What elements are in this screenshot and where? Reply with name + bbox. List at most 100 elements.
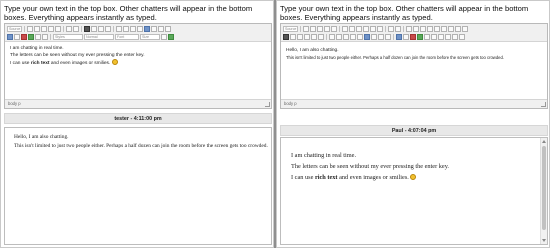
unlink-icon[interactable] xyxy=(14,34,20,40)
align-center-icon[interactable] xyxy=(371,34,377,40)
table-icon[interactable] xyxy=(431,34,437,40)
size-dropdown[interactable]: Size xyxy=(140,34,160,40)
italic-icon[interactable] xyxy=(290,34,296,40)
smiley-icon[interactable] xyxy=(42,34,48,40)
editor-content[interactable]: I am chatting in real time. The letters … xyxy=(5,42,271,99)
superscript-icon[interactable] xyxy=(318,34,324,40)
vertical-scrollbar[interactable] xyxy=(540,138,547,244)
background-color-icon[interactable] xyxy=(168,34,174,40)
underline-icon[interactable] xyxy=(297,34,303,40)
cut-icon[interactable] xyxy=(27,26,34,32)
special-char-icon[interactable] xyxy=(452,34,458,40)
strike-icon[interactable] xyxy=(105,26,112,32)
editor-toolbar: Source xyxy=(281,24,547,42)
scroll-down-icon[interactable] xyxy=(542,239,546,242)
replace-icon[interactable] xyxy=(377,26,384,32)
instructions-text: Type your own text in the top box. Other… xyxy=(280,4,529,22)
outdent-icon[interactable] xyxy=(343,34,349,40)
editor-toolbar: Source xyxy=(5,24,271,42)
paste-icon[interactable] xyxy=(41,26,48,32)
align-left-icon[interactable] xyxy=(144,26,151,32)
bulleted-list-icon[interactable] xyxy=(123,26,130,32)
copy-icon[interactable] xyxy=(34,26,41,32)
horizontal-rule-icon[interactable] xyxy=(438,34,444,40)
checkbox-icon[interactable] xyxy=(413,26,420,32)
spellcheck-icon[interactable] xyxy=(349,26,356,32)
chat-panel-left: Type your own text in the top box. Other… xyxy=(0,0,274,248)
table-icon[interactable] xyxy=(35,34,41,40)
text-color-icon[interactable] xyxy=(161,34,167,40)
resize-handle[interactable] xyxy=(265,102,270,107)
align-center-icon[interactable] xyxy=(151,26,158,32)
select-field-icon[interactable] xyxy=(441,26,448,32)
source-button[interactable]: Source xyxy=(283,26,299,32)
subscript-icon[interactable] xyxy=(311,34,317,40)
cut-icon[interactable] xyxy=(303,26,310,32)
underline-icon[interactable] xyxy=(98,26,105,32)
image-button-icon[interactable] xyxy=(455,26,462,32)
paste-text-icon[interactable] xyxy=(48,26,55,32)
unlink-icon[interactable] xyxy=(403,34,409,40)
justify-icon[interactable] xyxy=(385,34,391,40)
select-all-icon[interactable] xyxy=(388,26,395,32)
image-icon[interactable] xyxy=(417,34,423,40)
undo-icon[interactable] xyxy=(66,26,73,32)
anchor-icon[interactable] xyxy=(21,34,27,40)
flash-icon[interactable] xyxy=(424,34,430,40)
paste-icon[interactable] xyxy=(317,26,324,32)
image-icon[interactable] xyxy=(28,34,34,40)
format-dropdown[interactable]: Normal xyxy=(84,34,114,40)
bold-icon[interactable] xyxy=(84,26,91,32)
rich-text-editor[interactable]: Source xyxy=(280,23,548,109)
paste-word-icon[interactable] xyxy=(331,26,338,32)
indent-icon[interactable] xyxy=(350,34,356,40)
numbered-list-icon[interactable] xyxy=(329,34,335,40)
page-break-icon[interactable] xyxy=(459,34,465,40)
find-icon[interactable] xyxy=(370,26,377,32)
paste-text-icon[interactable] xyxy=(324,26,331,32)
link-icon[interactable] xyxy=(396,34,402,40)
align-right-icon[interactable] xyxy=(378,34,384,40)
textfield-icon[interactable] xyxy=(427,26,434,32)
form-icon[interactable] xyxy=(406,26,413,32)
editor-line: I can use rich text and even images or s… xyxy=(10,59,266,67)
align-left-icon[interactable] xyxy=(364,34,370,40)
source-button[interactable]: Source xyxy=(7,26,23,32)
indent-icon[interactable] xyxy=(137,26,144,32)
resize-handle[interactable] xyxy=(541,102,546,107)
blockquote-icon[interactable] xyxy=(357,34,363,40)
print-icon[interactable] xyxy=(342,26,349,32)
bold-icon[interactable] xyxy=(283,34,289,40)
redo-icon[interactable] xyxy=(363,26,370,32)
bulleted-list-icon[interactable] xyxy=(336,34,342,40)
justify-icon[interactable] xyxy=(165,26,172,32)
italic-icon[interactable] xyxy=(91,26,98,32)
button-field-icon[interactable] xyxy=(448,26,455,32)
radio-icon[interactable] xyxy=(420,26,427,32)
toolbar-separator xyxy=(339,26,341,32)
rich-text-editor[interactable]: Source xyxy=(4,23,272,109)
editor-content[interactable]: Hello, I am also chatting. This isn't li… xyxy=(281,44,547,99)
scroll-thumb[interactable] xyxy=(542,146,546,230)
font-dropdown[interactable]: Font xyxy=(115,34,139,40)
numbered-list-icon[interactable] xyxy=(116,26,123,32)
styles-dropdown[interactable]: Styles xyxy=(53,34,83,40)
strike-icon[interactable] xyxy=(304,34,310,40)
outdent-icon[interactable] xyxy=(130,26,137,32)
anchor-icon[interactable] xyxy=(410,34,416,40)
remove-format-icon[interactable] xyxy=(395,26,402,32)
undo-icon[interactable] xyxy=(356,26,363,32)
textarea-icon[interactable] xyxy=(434,26,441,32)
smiley-icon xyxy=(410,174,417,180)
toolbar-separator xyxy=(300,26,302,32)
align-right-icon[interactable] xyxy=(158,26,165,32)
hidden-field-icon[interactable] xyxy=(462,26,469,32)
smiley-icon[interactable] xyxy=(445,34,451,40)
scroll-up-icon[interactable] xyxy=(542,140,546,143)
toolbar-separator xyxy=(385,26,387,32)
paste-word-icon[interactable] xyxy=(55,26,62,32)
redo-icon[interactable] xyxy=(73,26,80,32)
copy-icon[interactable] xyxy=(310,26,317,32)
message-line: I can use rich text and even images or s… xyxy=(291,172,538,183)
link-icon[interactable] xyxy=(7,34,13,40)
